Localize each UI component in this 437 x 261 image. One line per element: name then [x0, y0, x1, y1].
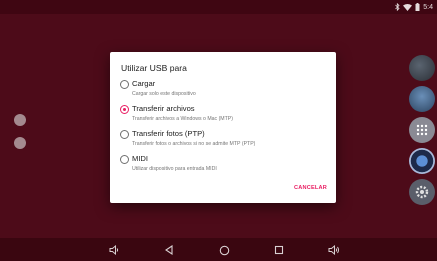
option-charge[interactable]: Cargar Cargar solo este dispositivo	[120, 79, 330, 100]
bluetooth-icon	[395, 3, 400, 11]
apps-drawer-icon[interactable]	[409, 117, 435, 143]
option-description: Transferir fotos o archivos si no se adm…	[132, 141, 256, 147]
left-shortcut-icon-2[interactable]	[14, 137, 26, 149]
wifi-icon	[403, 3, 413, 11]
usb-mode-dialog: Utilizar USB para Cargar Cargar solo est…	[110, 52, 336, 203]
radio-button[interactable]	[120, 130, 129, 139]
option-midi[interactable]: MIDI Utilizar dispositivo para entrada M…	[120, 154, 330, 175]
left-shortcut-icon-1[interactable]	[14, 114, 26, 126]
battery-icon	[415, 3, 420, 11]
clock: 5:4	[423, 3, 433, 11]
volume-up-icon[interactable]	[327, 243, 341, 257]
home-icon[interactable]	[217, 243, 231, 257]
camera-app-icon[interactable]	[409, 148, 435, 174]
option-description: Utilizar dispositivo para entrada MIDI	[132, 166, 217, 172]
option-label: Transferir fotos (PTP)	[132, 129, 205, 138]
option-label: MIDI	[132, 154, 149, 163]
option-label: Transferir archivos	[132, 104, 195, 113]
app-icon-1[interactable]	[409, 55, 435, 81]
volume-down-icon[interactable]	[107, 243, 121, 257]
settings-gear-icon[interactable]	[409, 179, 435, 205]
option-transfer-files[interactable]: Transferir archivos Transferir archivos …	[120, 104, 330, 125]
dialog-title: Utilizar USB para	[121, 63, 187, 73]
status-bar: 5:4	[0, 0, 437, 14]
app-icon-2[interactable]	[409, 86, 435, 112]
option-description: Transferir archivos a Windows o Mac (MTP…	[132, 116, 233, 122]
option-label: Cargar	[132, 79, 156, 88]
radio-button[interactable]	[120, 80, 129, 89]
option-transfer-photos[interactable]: Transferir fotos (PTP) Transferir fotos …	[120, 129, 330, 150]
recents-icon[interactable]	[272, 243, 286, 257]
cancel-button[interactable]: CANCELAR	[294, 185, 327, 191]
back-icon[interactable]	[162, 243, 176, 257]
option-description: Cargar solo este dispositivo	[132, 91, 196, 97]
radio-button[interactable]	[120, 155, 129, 164]
radio-button-selected[interactable]	[120, 105, 129, 114]
